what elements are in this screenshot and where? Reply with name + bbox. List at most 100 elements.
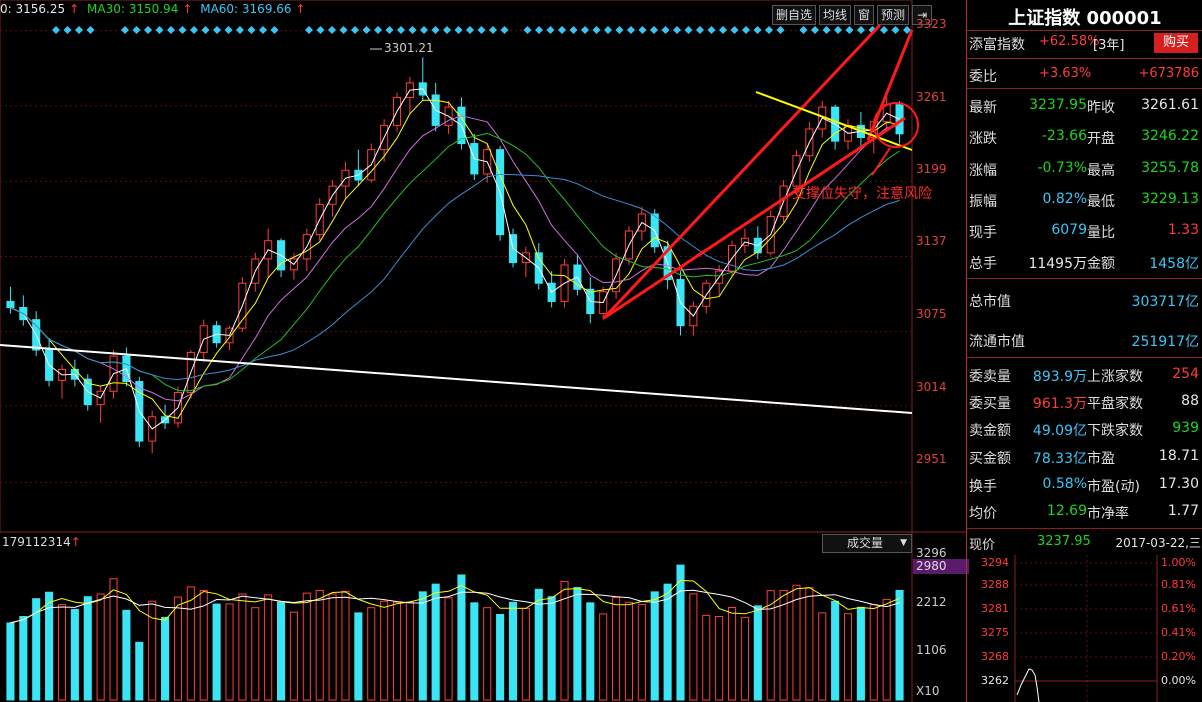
price-tick: 3075 [916,307,947,321]
event-marker [696,26,704,34]
weibi-pct: +3.63% [1039,66,1092,81]
sellvol-value: 893.9万 [1032,369,1087,385]
event-marker [523,26,532,34]
intraday-price-line [1016,668,1040,702]
volume-bar [418,591,427,701]
avgprice-label: 均价 [969,506,997,522]
event-marker [857,26,865,34]
volume-bars [6,564,904,701]
low-label: 最低 [1087,194,1115,210]
event-marker [339,26,348,34]
weibi-diff: +673786 [1138,66,1199,81]
volume-bar [586,602,595,701]
quote-row-latest: 最新 3237.95 昨收 3261.61 [967,97,1202,121]
volume-bar [457,574,466,701]
totalcap-value: 303717亿 [1131,294,1199,310]
ma10-value: 0: 3156.25 [0,2,66,16]
event-marker [385,26,394,34]
quote-panel: 上证指数 000001 添富指数 +62.58% [3年] 购买 委比 +3.6… [966,0,1202,702]
event-marker [845,26,854,34]
event-marker [454,26,463,34]
volume-multiplier: X10 [916,684,940,698]
event-marker [880,26,888,34]
volume-tick: 1106 [916,643,947,657]
volume-highlight-tick: 2980 [913,559,969,574]
price-tick: 3199 [916,162,947,176]
volume-bar [599,613,608,701]
volume-bar [856,606,865,701]
tianfu-period: [3年] [1093,38,1125,53]
event-marker [420,26,428,34]
volume-bar [173,596,183,701]
kline-chart[interactable] [0,0,966,702]
volume-bar [831,600,840,701]
event-marker [730,26,739,34]
volume-bar [547,596,556,701]
quote-row-change: 涨跌 -23.66 开盘 3246.22 [967,128,1202,152]
forecast-button[interactable]: 预测 [877,5,910,25]
change-value: -23.66 [1041,128,1087,144]
event-marker [201,26,210,34]
event-marker [362,26,371,34]
prevclose-label: 昨收 [1087,100,1115,116]
event-marker [673,26,681,34]
low-value: 3229.13 [1141,191,1199,207]
event-marker [155,26,164,34]
high-value: 3255.78 [1141,160,1199,176]
volume-tick: 2212 [916,595,947,609]
sellamt-value: 49.09亿 [1032,423,1087,439]
event-marker [86,26,95,34]
intraday-right-tick: 0.61% [1161,602,1196,615]
volume-bar [727,607,737,701]
latest-value: 3237.95 [1029,97,1087,113]
amount-label: 金额 [1087,256,1115,272]
intraday-left-tick: 3275 [981,626,1009,639]
chart-toolbar: 删自选 均线 窗 预测 ⇥ [772,5,935,25]
ma-line [10,132,900,392]
event-marker [52,26,60,34]
intraday-price-value: 3237.95 [1037,534,1091,549]
changepct-label: 涨幅 [969,163,997,179]
intraday-right-tick: 0.81% [1161,578,1196,591]
volume-bar [624,601,634,701]
volume-bar [380,600,389,701]
event-marker [408,26,417,34]
volume-bar [470,602,479,701]
event-marker [834,26,842,34]
up-arrow-icon: ↑ [182,2,193,16]
indicator-select-label: 成交量 [847,536,884,550]
event-marker [213,26,221,34]
indicator-select[interactable]: 成交量 ▼ [822,534,912,553]
totalcap-label: 总市值 [969,294,1011,310]
volume-bar [251,607,260,701]
remove-favorite-button[interactable]: 删自选 [772,5,817,25]
quote-row-sellamt: 卖金额 49.09亿 下跌家数 939 [967,420,1202,444]
event-marker [259,26,267,34]
moving-average-button[interactable]: 均线 [819,5,852,25]
event-marker [638,26,647,34]
volume-bar [276,601,286,701]
event-marker [397,26,405,34]
volume-total: 179112314↑ [2,535,81,549]
intraday-price-label: 现价 [969,538,996,553]
volume-bar [186,586,195,701]
event-marker [627,26,635,34]
curhand-value: 6079 [1051,222,1087,238]
event-marker [822,26,831,34]
event-marker [558,26,566,34]
volume-bar [676,564,685,701]
volume-bar [843,613,853,701]
down-count-value: 939 [1172,420,1199,436]
volume-bar [431,583,440,701]
window-button[interactable]: 窗 [854,5,875,25]
volume-bar [715,615,724,701]
event-marker [684,26,693,34]
price-tick: 3137 [916,234,947,248]
event-marker [351,26,359,34]
intraday-right-tick: 0.00% [1161,674,1196,687]
avgprice-value: 12.69 [1046,503,1087,519]
volume-bar [483,607,492,701]
volume-bar [341,590,350,701]
buy-button[interactable]: 购买 [1154,33,1198,53]
tianfu-value: +62.58% [1039,34,1100,49]
